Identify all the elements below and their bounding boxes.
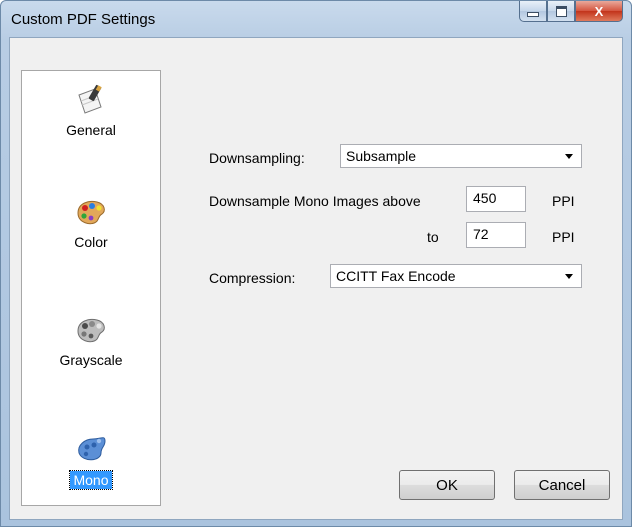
compression-selected-value: CCITT Fax Encode (336, 268, 456, 284)
sidebar-item-grayscale[interactable]: Grayscale (22, 315, 160, 370)
sidebar-item-label: Mono (69, 470, 113, 490)
chevron-down-icon (565, 154, 573, 159)
to-ppi-value: 72 (473, 226, 489, 242)
chevron-down-icon (565, 274, 573, 279)
downsampling-label: Downsampling: (209, 150, 305, 166)
title-bar[interactable]: Custom PDF Settings X (1, 1, 631, 37)
to-label: to (427, 229, 439, 245)
to-ppi-unit: PPI (552, 229, 575, 245)
category-sidebar: General Color Grayscale Mono (21, 70, 161, 506)
to-ppi-input[interactable]: 72 (466, 222, 526, 248)
minimize-icon (527, 11, 539, 17)
window-title: Custom PDF Settings (11, 11, 156, 28)
above-ppi-value: 450 (473, 190, 497, 206)
above-ppi-unit: PPI (552, 193, 575, 209)
downsampling-selected-value: Subsample (346, 148, 417, 164)
above-ppi-input[interactable]: 450 (466, 186, 526, 212)
dialog-client-area: General Color Grayscale Mono Downsamplin… (9, 37, 623, 520)
mono-palette-icon (78, 437, 106, 461)
downsampling-dropdown[interactable]: Subsample (340, 144, 582, 168)
caption-buttons: X (519, 1, 623, 23)
sidebar-item-label: Color (74, 234, 108, 250)
sidebar-item-general[interactable]: General (22, 83, 160, 140)
maximize-icon (555, 5, 567, 17)
close-icon: X (594, 3, 604, 19)
ok-button-label: OK (436, 476, 458, 494)
color-palette-icon (77, 200, 105, 225)
dialog-window: Custom PDF Settings X General Color Gray… (0, 0, 632, 527)
cancel-button[interactable]: Cancel (514, 470, 610, 500)
sidebar-item-label: General (66, 122, 116, 138)
ok-button[interactable]: OK (399, 470, 495, 500)
sidebar-item-mono[interactable]: Mono (22, 433, 160, 490)
maximize-button[interactable] (547, 1, 575, 22)
downsample-above-label: Downsample Mono Images above (209, 193, 421, 209)
grayscale-palette-icon (77, 318, 105, 343)
compression-label: Compression: (209, 270, 296, 286)
compression-dropdown[interactable]: CCITT Fax Encode (330, 264, 582, 288)
sidebar-item-color[interactable]: Color (22, 197, 160, 252)
close-button[interactable]: X (575, 1, 623, 22)
minimize-button[interactable] (519, 1, 547, 22)
document-pen-icon (78, 84, 102, 114)
sidebar-item-label: Grayscale (59, 352, 123, 368)
cancel-button-label: Cancel (538, 476, 586, 494)
